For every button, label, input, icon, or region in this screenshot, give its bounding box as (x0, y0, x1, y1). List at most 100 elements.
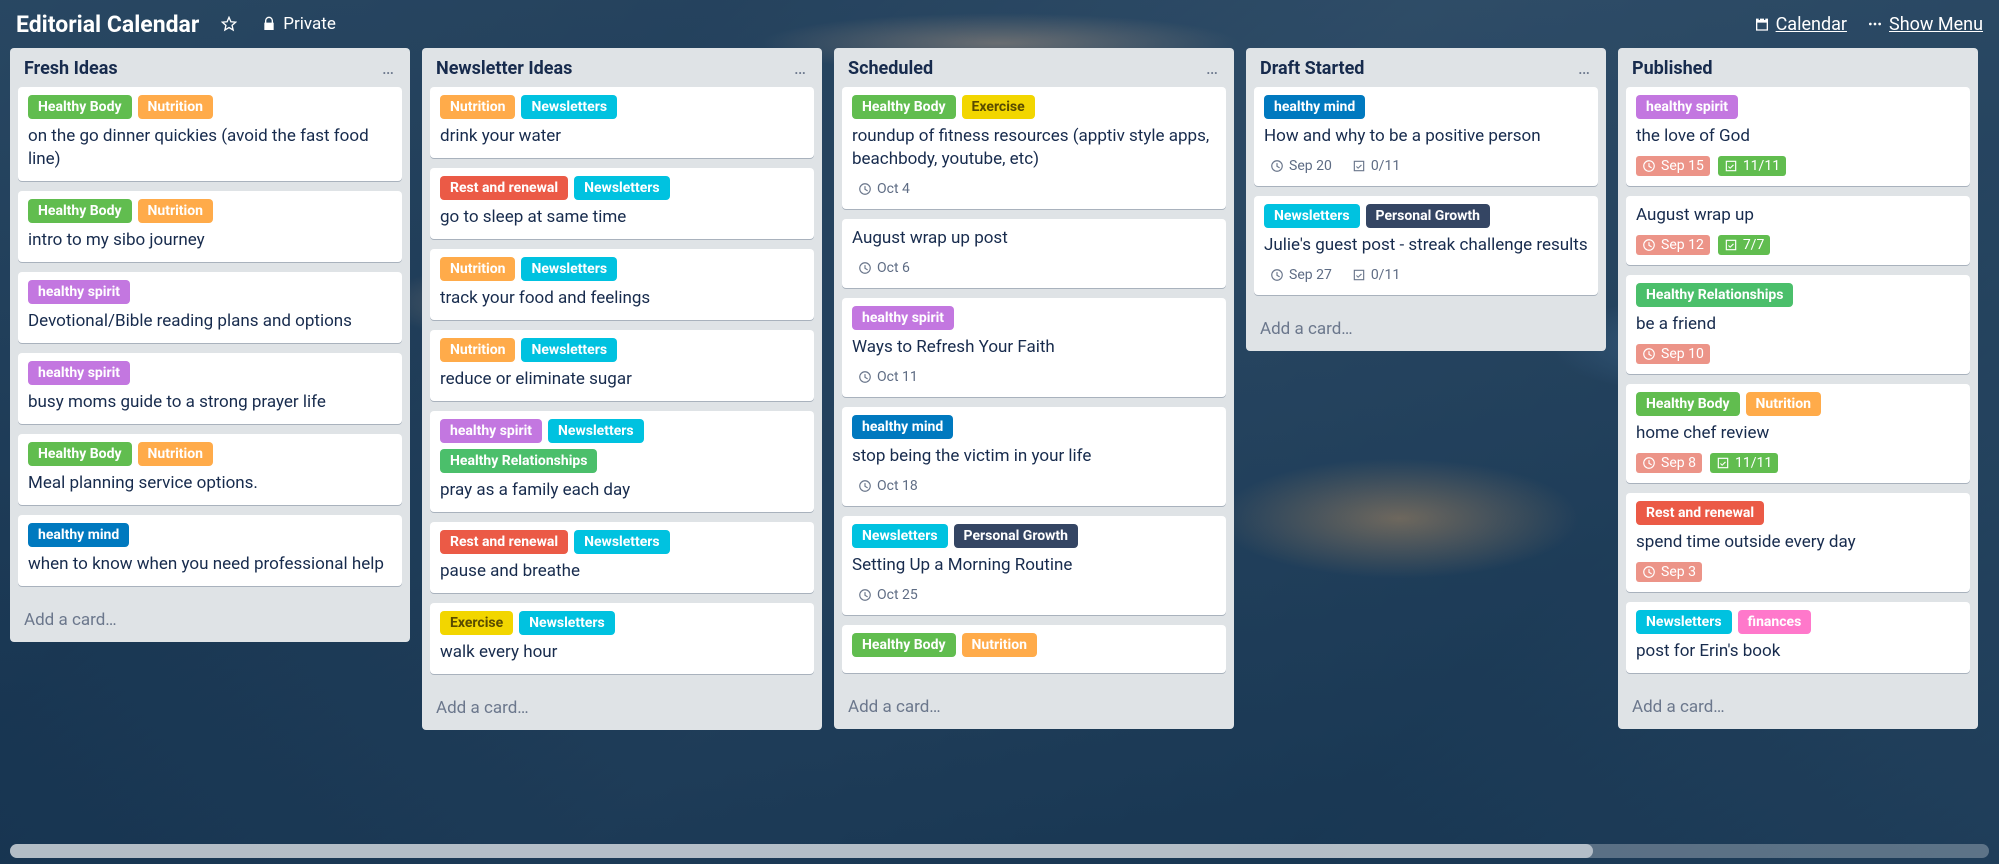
card[interactable]: Newslettersfinancespost for Erin's book (1626, 602, 1970, 673)
show-menu-link[interactable]: Show Menu (1867, 14, 1983, 35)
label[interactable]: Exercise (962, 95, 1035, 119)
card[interactable]: NutritionNewslettersdrink your water (430, 87, 814, 158)
list-name[interactable]: Newsletter Ideas (436, 58, 790, 79)
label[interactable]: Healthy Body (28, 199, 132, 223)
card[interactable]: Rest and renewalNewslettersgo to sleep a… (430, 168, 814, 239)
card[interactable]: healthy mindwhen to know when you need p… (18, 515, 402, 586)
add-card-button[interactable]: Add a card… (1618, 687, 1978, 729)
card[interactable]: Rest and renewalNewsletterspause and bre… (430, 522, 814, 593)
label[interactable]: Healthy Body (28, 442, 132, 466)
card[interactable]: Healthy BodyNutritionon the go dinner qu… (18, 87, 402, 181)
due-badge[interactable]: Oct 4 (852, 179, 916, 199)
label[interactable]: healthy mind (1264, 95, 1365, 119)
star-button[interactable] (213, 12, 245, 36)
label[interactable]: Healthy Relationships (1636, 283, 1793, 307)
card[interactable]: Healthy BodyNutrition (842, 625, 1226, 673)
label[interactable]: healthy spirit (440, 419, 542, 443)
label[interactable]: Newsletters (574, 530, 670, 554)
label[interactable]: healthy spirit (1636, 95, 1738, 119)
calendar-link[interactable]: Calendar (1754, 14, 1847, 35)
label[interactable]: Newsletters (548, 419, 644, 443)
label[interactable]: Healthy Body (852, 633, 956, 657)
card[interactable]: healthy spiritNewsletters Healthy Relatio… (430, 411, 814, 512)
horizontal-scrollbar[interactable] (10, 844, 1989, 858)
label[interactable]: Newsletters (521, 338, 617, 362)
label[interactable]: healthy spirit (28, 361, 130, 385)
checklist-badge[interactable]: 0/11 (1346, 156, 1406, 176)
card[interactable]: healthy mindstop being the victim in you… (842, 407, 1226, 506)
due-badge[interactable]: Sep 8 (1636, 453, 1702, 473)
label[interactable]: Nutrition (440, 257, 515, 281)
card[interactable]: healthy spiritbusy moms guide to a stron… (18, 353, 402, 424)
label[interactable]: Newsletters (519, 611, 615, 635)
list-menu-button[interactable]: … (1574, 58, 1594, 79)
label[interactable]: Newsletters (574, 176, 670, 200)
due-badge[interactable]: Oct 18 (852, 476, 924, 496)
due-badge[interactable]: Oct 11 (852, 367, 924, 387)
list-menu-button[interactable]: … (1202, 58, 1222, 79)
due-badge[interactable]: Sep 15 (1636, 156, 1710, 176)
label[interactable]: Healthy Body (852, 95, 956, 119)
label[interactable]: Healthy Body (28, 95, 132, 119)
label[interactable]: healthy spirit (852, 306, 954, 330)
label[interactable]: Nutrition (962, 633, 1037, 657)
due-badge[interactable]: Sep 20 (1264, 156, 1338, 176)
checklist-badge[interactable]: 11/11 (1718, 156, 1786, 176)
card[interactable]: August wrap up postOct 6 (842, 219, 1226, 288)
list-name[interactable]: Draft Started (1260, 58, 1574, 79)
add-card-button[interactable]: Add a card… (422, 688, 822, 730)
card[interactable]: NewslettersPersonal GrowthSetting Up a M… (842, 516, 1226, 615)
label[interactable]: finances (1738, 610, 1812, 634)
due-badge[interactable]: Oct 6 (852, 258, 916, 278)
card[interactable]: healthy spiritWays to Refresh Your Faith… (842, 298, 1226, 397)
label[interactable]: Newsletters (521, 257, 617, 281)
label[interactable]: Healthy Body (1636, 392, 1740, 416)
label[interactable]: healthy spirit (28, 280, 130, 304)
label[interactable]: Newsletters (521, 95, 617, 119)
add-card-button[interactable]: Add a card… (1246, 309, 1606, 351)
checklist-badge[interactable]: 0/11 (1346, 265, 1406, 285)
label[interactable]: Exercise (440, 611, 513, 635)
card[interactable]: ExerciseNewsletterswalk every hour (430, 603, 814, 674)
label[interactable]: healthy mind (28, 523, 129, 547)
label[interactable]: Personal Growth (1366, 204, 1490, 228)
card[interactable]: healthy mindHow and why to be a positive… (1254, 87, 1598, 186)
list-name[interactable]: Fresh Ideas (24, 58, 378, 79)
card[interactable]: Healthy BodyNutritionhome chef reviewSep… (1626, 384, 1970, 483)
label[interactable]: Rest and renewal (1636, 501, 1764, 525)
label[interactable]: Healthy Relationships (440, 449, 597, 473)
label[interactable]: Personal Growth (954, 524, 1078, 548)
label[interactable]: Newsletters (1636, 610, 1732, 634)
card[interactable]: Healthy BodyNutritionintro to my sibo jo… (18, 191, 402, 262)
list-name[interactable]: Scheduled (848, 58, 1202, 79)
card[interactable]: healthy spiritthe love of GodSep 1511/11 (1626, 87, 1970, 186)
card[interactable]: Healthy Relationshipsbe a friendSep 10 (1626, 275, 1970, 374)
card[interactable]: August wrap upSep 127/7 (1626, 196, 1970, 265)
label[interactable]: Rest and renewal (440, 176, 568, 200)
label[interactable]: Rest and renewal (440, 530, 568, 554)
due-badge[interactable]: Sep 12 (1636, 235, 1710, 255)
checklist-badge[interactable]: 7/7 (1718, 235, 1771, 255)
label[interactable]: healthy mind (852, 415, 953, 439)
checklist-badge[interactable]: 11/11 (1710, 453, 1778, 473)
label[interactable]: Nutrition (440, 95, 515, 119)
horizontal-scroll-thumb[interactable] (10, 844, 1593, 858)
due-badge[interactable]: Sep 27 (1264, 265, 1338, 285)
card[interactable]: NewslettersPersonal GrowthJulie's guest … (1254, 196, 1598, 295)
list-menu-button[interactable]: … (790, 58, 810, 79)
card[interactable]: Rest and renewalspend time outside every… (1626, 493, 1970, 592)
card[interactable]: NutritionNewsletterstrack your food and … (430, 249, 814, 320)
list-name[interactable]: Published (1632, 58, 1966, 79)
card[interactable]: healthy spiritDevotional/Bible reading p… (18, 272, 402, 343)
due-badge[interactable]: Sep 10 (1636, 344, 1710, 364)
due-badge[interactable]: Oct 25 (852, 585, 924, 605)
label[interactable]: Nutrition (138, 95, 213, 119)
list-menu-button[interactable]: … (378, 58, 398, 79)
label[interactable]: Newsletters (1264, 204, 1360, 228)
card[interactable]: Healthy BodyExerciseroundup of fitness r… (842, 87, 1226, 209)
label[interactable]: Nutrition (138, 442, 213, 466)
label[interactable]: Nutrition (440, 338, 515, 362)
due-badge[interactable]: Sep 3 (1636, 562, 1702, 582)
add-card-button[interactable]: Add a card… (834, 687, 1234, 729)
label[interactable]: Nutrition (138, 199, 213, 223)
